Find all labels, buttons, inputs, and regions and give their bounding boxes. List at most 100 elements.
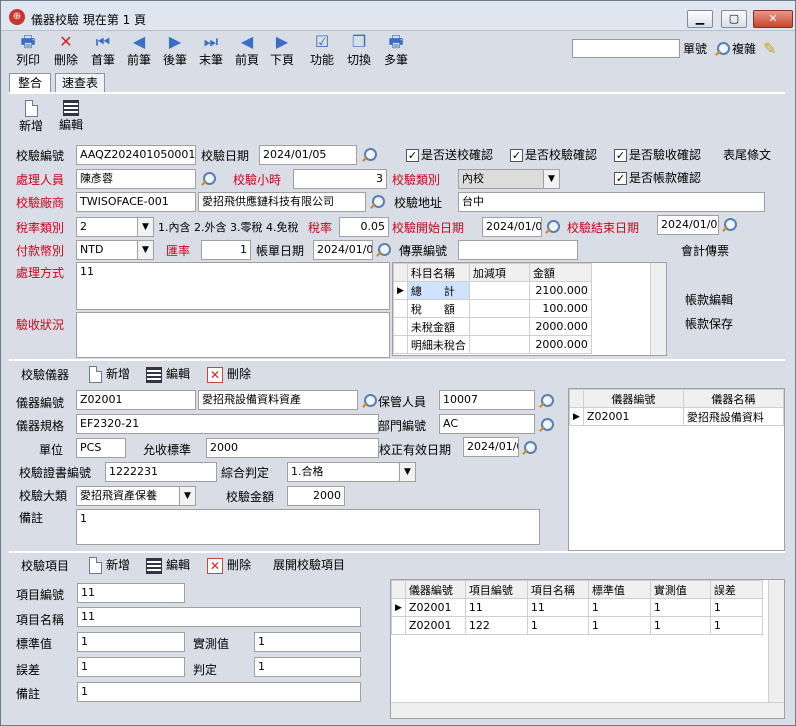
tax-rate-field[interactable]: 0.05 xyxy=(339,217,389,237)
table-row[interactable]: Z02001 122 1 1 1 1 xyxy=(391,616,763,635)
dept-field[interactable]: AC xyxy=(439,414,535,434)
column-header[interactable]: 金額 xyxy=(528,263,592,282)
category-select[interactable]: 內校 ▼ xyxy=(458,169,560,189)
brush-icon[interactable]: ✎ xyxy=(763,39,783,59)
edit-button[interactable]: 編輯 xyxy=(55,100,87,140)
method-textarea[interactable]: 11 xyxy=(76,262,390,310)
vertical-scrollbar[interactable] xyxy=(768,580,784,702)
start-date-field[interactable]: 2024/01/05 xyxy=(482,217,542,237)
table-row[interactable]: 稅 額 100.000 xyxy=(393,299,592,318)
vertical-scrollbar[interactable] xyxy=(650,263,666,355)
item-code-field[interactable]: 11 xyxy=(77,583,185,603)
expand-items-button[interactable]: 展開校驗項目 xyxy=(273,554,345,576)
date-picker-icon[interactable] xyxy=(375,242,391,258)
vendor-lookup-icon[interactable] xyxy=(369,194,385,210)
doc-no-input[interactable] xyxy=(572,39,680,58)
acceptance-textarea[interactable] xyxy=(76,312,390,358)
item-edit-button[interactable]: 編輯 xyxy=(146,554,190,576)
table-row[interactable]: 未稅金額 2000.000 xyxy=(393,317,592,336)
class-select[interactable]: 愛招飛資產保養 ▼ xyxy=(76,486,196,506)
search-icon[interactable] xyxy=(714,41,730,57)
handler-field[interactable]: 陳彥蓉 xyxy=(76,169,196,189)
item-add-button[interactable]: 新增 xyxy=(89,554,130,576)
column-header[interactable]: 科目名稱 xyxy=(406,263,470,282)
column-header[interactable]: 實測值 xyxy=(649,580,711,599)
inspect-date-field[interactable]: 2024/01/05 xyxy=(259,145,357,165)
tab-quick[interactable]: 速查表 xyxy=(55,73,105,93)
close-button[interactable]: ✕ xyxy=(753,10,793,28)
inspect-no-field[interactable]: AAQZ202401050001 xyxy=(76,145,196,165)
unit-field[interactable]: PCS xyxy=(76,438,126,458)
judge-select[interactable]: 1.合格 ▼ xyxy=(287,462,416,482)
amount-field[interactable]: 2000 xyxy=(287,486,345,506)
keeper-field[interactable]: 10007 xyxy=(439,390,535,410)
column-header[interactable]: 儀器名稱 xyxy=(682,389,784,408)
column-header[interactable]: 誤差 xyxy=(709,580,763,599)
item-grid[interactable]: 儀器編號 項目編號 項目名稱 標準值 實測值 誤差 ▶ Z02001 11 11… xyxy=(390,579,785,719)
voucher-field[interactable] xyxy=(458,240,578,260)
exchange-field[interactable]: 1 xyxy=(201,240,251,260)
instrument-grid[interactable]: 儀器編號 儀器名稱 ▶ Z02001 愛招飛設備資料 xyxy=(568,388,785,551)
copy-label[interactable]: 複雜 xyxy=(732,41,756,57)
std-field[interactable]: 1 xyxy=(77,632,185,652)
column-header[interactable]: 項目名稱 xyxy=(526,580,589,599)
minimize-button[interactable]: ▁ xyxy=(687,10,713,28)
column-header[interactable]: 儀器編號 xyxy=(404,580,466,599)
currency-select[interactable]: NTD ▼ xyxy=(76,240,154,260)
instrument-remark-textarea[interactable]: 1 xyxy=(76,509,540,545)
instrument-name-field[interactable]: 愛招飛設備資料資產 xyxy=(198,390,358,410)
end-date-field[interactable]: 2024/01/05 xyxy=(657,215,719,235)
multi-print-button[interactable]: 🖶 多筆 xyxy=(374,31,418,73)
date-picker-icon[interactable] xyxy=(544,219,560,235)
inspect-confirm-checkbox[interactable]: ✓ xyxy=(510,149,523,162)
chevron-down-icon[interactable]: ▼ xyxy=(179,487,195,505)
allow-field[interactable]: 2000 xyxy=(206,438,379,458)
table-row[interactable]: ▶ Z02001 愛招飛設備資料 xyxy=(569,407,784,426)
column-header[interactable]: 加減項 xyxy=(468,263,530,282)
next-page-button[interactable]: ▶ 下頁 xyxy=(260,31,304,73)
hours-field[interactable]: 3 xyxy=(293,169,387,189)
chevron-down-icon[interactable]: ▼ xyxy=(543,170,559,188)
instrument-lookup-icon[interactable] xyxy=(361,393,377,409)
table-row[interactable]: 明細未稅合 2000.000 xyxy=(393,335,592,354)
instrument-edit-button[interactable]: 編輯 xyxy=(146,363,190,385)
address-field[interactable]: 台中 xyxy=(458,192,765,212)
summary-grid[interactable]: 科目名稱 加減項 金額 ▶ 總 計 2100.000 稅 額 100.000 未… xyxy=(392,262,667,356)
instrument-add-button[interactable]: 新增 xyxy=(89,363,130,385)
date-picker-icon[interactable] xyxy=(521,440,537,456)
accounting-confirm-checkbox[interactable]: ✓ xyxy=(614,172,627,185)
bill-edit-button[interactable]: 帳款編輯 xyxy=(685,292,733,308)
restore-button[interactable]: ▢ xyxy=(721,10,747,28)
item-name-field[interactable]: 11 xyxy=(77,607,361,627)
handler-lookup-icon[interactable] xyxy=(200,171,216,187)
column-header[interactable]: 項目編號 xyxy=(464,580,528,599)
date-picker-icon[interactable] xyxy=(361,147,377,163)
tab-integrated[interactable]: 整合 xyxy=(9,73,51,93)
column-header[interactable]: 儀器編號 xyxy=(582,389,684,408)
keeper-lookup-icon[interactable] xyxy=(538,393,554,409)
column-header[interactable]: 標準值 xyxy=(587,580,651,599)
chevron-down-icon[interactable]: ▼ xyxy=(137,218,153,236)
table-row[interactable]: ▶ Z02001 11 11 1 1 1 xyxy=(391,598,763,617)
chevron-down-icon[interactable]: ▼ xyxy=(137,241,153,259)
table-condition-button[interactable]: 表尾條文 xyxy=(723,147,771,163)
item-remark-field[interactable]: 1 xyxy=(77,682,361,702)
measured-field[interactable]: 1 xyxy=(254,632,361,652)
instrument-code-field[interactable]: Z02001 xyxy=(76,390,196,410)
tax-type-select[interactable]: 2 ▼ xyxy=(76,217,154,237)
spec-field[interactable]: EF2320-21 xyxy=(76,414,379,434)
dept-lookup-icon[interactable] xyxy=(538,417,554,433)
horizontal-scrollbar[interactable] xyxy=(391,702,784,718)
vendor-name-field[interactable]: 愛招飛供應鏈科技有限公司 xyxy=(198,192,366,212)
valid-date-field[interactable]: 2024/01/0 xyxy=(463,437,519,457)
add-button[interactable]: 新增 xyxy=(15,100,47,140)
date-picker-icon[interactable] xyxy=(721,217,737,233)
table-row[interactable]: ▶ 總 計 2100.000 xyxy=(393,281,592,300)
instrument-delete-button[interactable]: ✕ 刪除 xyxy=(207,363,251,385)
bill-date-field[interactable]: 2024/01/05 xyxy=(313,240,373,260)
cert-field[interactable]: 1222231 xyxy=(105,462,217,482)
bill-save-button[interactable]: 帳款保存 xyxy=(685,316,733,332)
vendor-code-field[interactable]: TWISOFACE-001 xyxy=(76,192,196,212)
accounting-voucher-button[interactable]: 會計傳票 xyxy=(681,243,729,259)
error-field[interactable]: 1 xyxy=(77,657,185,677)
